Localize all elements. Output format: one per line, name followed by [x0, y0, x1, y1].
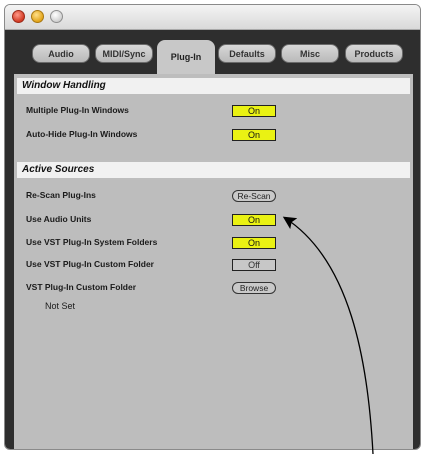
multiple-plugin-windows-toggle[interactable]: On	[232, 105, 276, 117]
custom-folder-path: Not Set	[45, 301, 76, 311]
rescan-button[interactable]: Re-Scan	[232, 190, 276, 202]
section-header-active-sources: Active Sources	[17, 162, 410, 178]
multiple-plugin-windows-label: Multiple Plug-In Windows	[26, 105, 129, 115]
tab-defaults[interactable]: Defaults	[218, 44, 276, 63]
tab-misc[interactable]: Misc	[281, 44, 339, 63]
use-vst-custom-folder-toggle[interactable]: Off	[232, 259, 276, 271]
tab-products[interactable]: Products	[345, 44, 403, 63]
use-vst-system-folders-toggle[interactable]: On	[232, 237, 276, 249]
section-header-window-handling: Window Handling	[17, 78, 410, 94]
close-window-icon[interactable]	[12, 10, 25, 23]
auto-hide-plugin-windows-toggle[interactable]: On	[232, 129, 276, 141]
auto-hide-plugin-windows-label: Auto-Hide Plug-In Windows	[26, 129, 138, 139]
use-vst-custom-folder-label: Use VST Plug-In Custom Folder	[26, 259, 154, 269]
preferences-window: Audio MIDI/Sync Plug-In Defaults Misc Pr…	[4, 4, 421, 450]
rescan-plugins-label: Re-Scan Plug-Ins	[26, 190, 96, 200]
tab-bar: Audio MIDI/Sync Plug-In Defaults Misc Pr…	[5, 30, 420, 76]
zoom-window-icon[interactable]	[50, 10, 63, 23]
preferences-body: Audio MIDI/Sync Plug-In Defaults Misc Pr…	[5, 30, 420, 449]
browse-button[interactable]: Browse	[232, 282, 276, 294]
tab-plug-in[interactable]: Plug-In	[157, 40, 215, 74]
use-vst-system-folders-label: Use VST Plug-In System Folders	[26, 237, 158, 247]
tab-midi-sync[interactable]: MIDI/Sync	[95, 44, 153, 63]
use-audio-units-label: Use Audio Units	[26, 214, 92, 224]
use-audio-units-toggle[interactable]: On	[232, 214, 276, 226]
plug-in-settings-panel: Window Handling Multiple Plug-In Windows…	[14, 74, 413, 449]
vst-custom-folder-label: VST Plug-In Custom Folder	[26, 282, 137, 292]
tab-audio[interactable]: Audio	[32, 44, 90, 63]
title-bar	[5, 5, 420, 30]
minimize-window-icon[interactable]	[31, 10, 44, 23]
